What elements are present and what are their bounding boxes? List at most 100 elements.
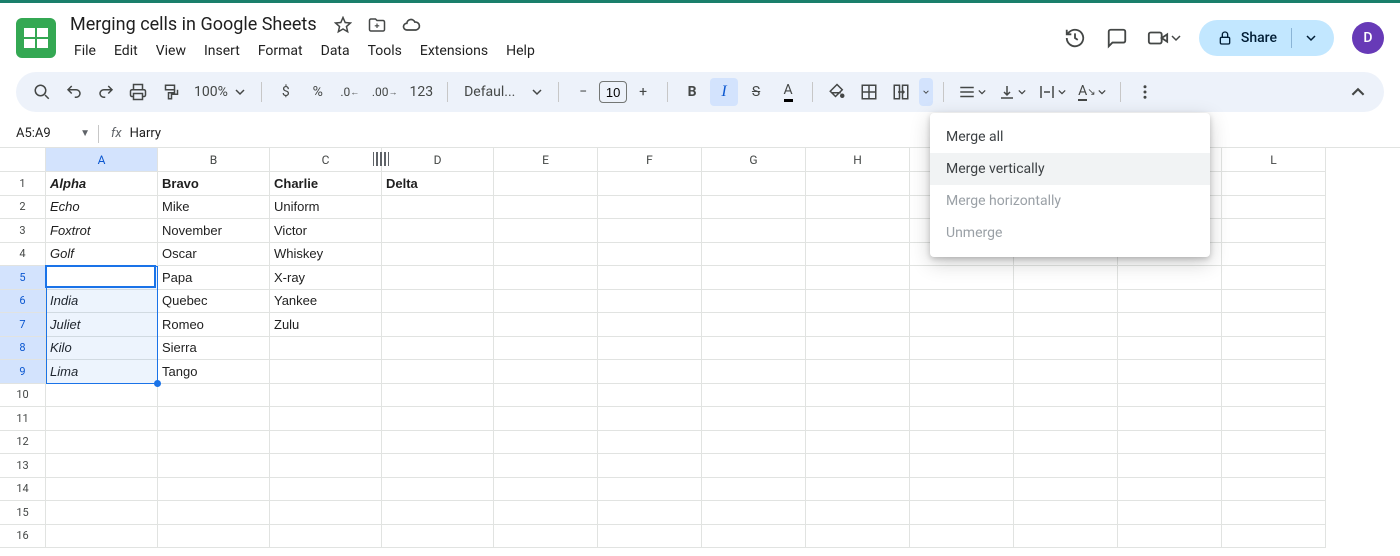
cell-H10[interactable] bbox=[806, 384, 910, 408]
cell-D3[interactable] bbox=[382, 219, 494, 243]
cell-A15[interactable] bbox=[46, 501, 158, 525]
print-icon[interactable] bbox=[124, 78, 152, 106]
cell-E2[interactable] bbox=[494, 196, 598, 220]
increase-font-size[interactable]: + bbox=[629, 78, 657, 106]
cell-G9[interactable] bbox=[702, 360, 806, 384]
share-button[interactable]: Share bbox=[1199, 20, 1334, 56]
menu-insert[interactable]: Insert bbox=[196, 39, 248, 63]
cell-K13[interactable] bbox=[1118, 454, 1222, 478]
font-size-input[interactable] bbox=[599, 81, 627, 103]
cell-F15[interactable] bbox=[598, 501, 702, 525]
cell-J12[interactable] bbox=[1014, 431, 1118, 455]
row-header-6[interactable]: 6 bbox=[0, 290, 46, 314]
cell-B6[interactable]: Quebec bbox=[158, 290, 270, 314]
strikethrough-button[interactable]: S bbox=[742, 78, 770, 106]
cell-A9[interactable]: Lima bbox=[46, 360, 158, 384]
increase-decimal[interactable]: .00→ bbox=[368, 78, 402, 106]
cell-A10[interactable] bbox=[46, 384, 158, 408]
col-header-E[interactable]: E bbox=[494, 148, 598, 172]
cell-A1[interactable]: Alpha bbox=[46, 172, 158, 196]
cell-E12[interactable] bbox=[494, 431, 598, 455]
cell-A13[interactable] bbox=[46, 454, 158, 478]
cell-I16[interactable] bbox=[910, 525, 1014, 549]
cell-G15[interactable] bbox=[702, 501, 806, 525]
cell-A16[interactable] bbox=[46, 525, 158, 549]
cell-L13[interactable] bbox=[1222, 454, 1326, 478]
cell-E10[interactable] bbox=[494, 384, 598, 408]
cell-I11[interactable] bbox=[910, 407, 1014, 431]
merge-cells-button[interactable] bbox=[887, 78, 915, 106]
cell-L11[interactable] bbox=[1222, 407, 1326, 431]
cell-E1[interactable] bbox=[494, 172, 598, 196]
cell-B2[interactable]: Mike bbox=[158, 196, 270, 220]
cell-G2[interactable] bbox=[702, 196, 806, 220]
cell-H1[interactable] bbox=[806, 172, 910, 196]
cell-E6[interactable] bbox=[494, 290, 598, 314]
cell-F13[interactable] bbox=[598, 454, 702, 478]
menu-format[interactable]: Format bbox=[250, 39, 311, 63]
cell-G1[interactable] bbox=[702, 172, 806, 196]
cell-D4[interactable] bbox=[382, 243, 494, 267]
cell-L10[interactable] bbox=[1222, 384, 1326, 408]
cell-K9[interactable] bbox=[1118, 360, 1222, 384]
cell-L9[interactable] bbox=[1222, 360, 1326, 384]
cell-J13[interactable] bbox=[1014, 454, 1118, 478]
cell-C12[interactable] bbox=[270, 431, 382, 455]
menu-extensions[interactable]: Extensions bbox=[412, 39, 496, 63]
cell-J9[interactable] bbox=[1014, 360, 1118, 384]
cell-J8[interactable] bbox=[1014, 337, 1118, 361]
cell-G12[interactable] bbox=[702, 431, 806, 455]
menu-view[interactable]: View bbox=[148, 39, 194, 63]
history-icon[interactable] bbox=[1063, 26, 1087, 50]
cell-K8[interactable] bbox=[1118, 337, 1222, 361]
cell-K7[interactable] bbox=[1118, 313, 1222, 337]
col-header-C[interactable]: C bbox=[270, 148, 382, 172]
cell-D6[interactable] bbox=[382, 290, 494, 314]
zoom-select[interactable]: 100% bbox=[188, 78, 251, 106]
cell-E9[interactable] bbox=[494, 360, 598, 384]
menu-file[interactable]: File bbox=[66, 39, 104, 63]
cell-I13[interactable] bbox=[910, 454, 1014, 478]
cell-E3[interactable] bbox=[494, 219, 598, 243]
cell-I6[interactable] bbox=[910, 290, 1014, 314]
cell-I12[interactable] bbox=[910, 431, 1014, 455]
cell-D8[interactable] bbox=[382, 337, 494, 361]
cell-L6[interactable] bbox=[1222, 290, 1326, 314]
cell-A12[interactable] bbox=[46, 431, 158, 455]
font-select[interactable]: Defaul... bbox=[458, 78, 548, 106]
cell-D14[interactable] bbox=[382, 478, 494, 502]
cell-F3[interactable] bbox=[598, 219, 702, 243]
cell-H15[interactable] bbox=[806, 501, 910, 525]
italic-button[interactable]: I bbox=[710, 78, 738, 106]
fill-color-button[interactable] bbox=[823, 78, 851, 106]
cell-H8[interactable] bbox=[806, 337, 910, 361]
move-icon[interactable] bbox=[365, 13, 389, 37]
cell-K5[interactable] bbox=[1118, 266, 1222, 290]
cell-C14[interactable] bbox=[270, 478, 382, 502]
row-header-3[interactable]: 3 bbox=[0, 219, 46, 243]
cell-C13[interactable] bbox=[270, 454, 382, 478]
cell-I15[interactable] bbox=[910, 501, 1014, 525]
cell-G10[interactable] bbox=[702, 384, 806, 408]
cell-F1[interactable] bbox=[598, 172, 702, 196]
cell-B13[interactable] bbox=[158, 454, 270, 478]
cell-D2[interactable] bbox=[382, 196, 494, 220]
cell-H6[interactable] bbox=[806, 290, 910, 314]
cell-H9[interactable] bbox=[806, 360, 910, 384]
cell-B1[interactable]: Bravo bbox=[158, 172, 270, 196]
cell-I7[interactable] bbox=[910, 313, 1014, 337]
cell-D9[interactable] bbox=[382, 360, 494, 384]
cell-E13[interactable] bbox=[494, 454, 598, 478]
row-header-14[interactable]: 14 bbox=[0, 478, 46, 502]
undo-icon[interactable] bbox=[60, 78, 88, 106]
cell-E8[interactable] bbox=[494, 337, 598, 361]
cell-B14[interactable] bbox=[158, 478, 270, 502]
cell-E5[interactable] bbox=[494, 266, 598, 290]
cell-C1[interactable]: Charlie bbox=[270, 172, 382, 196]
cell-C8[interactable] bbox=[270, 337, 382, 361]
cell-C2[interactable]: Uniform bbox=[270, 196, 382, 220]
cell-G14[interactable] bbox=[702, 478, 806, 502]
cell-B9[interactable]: Tango bbox=[158, 360, 270, 384]
rotate-button[interactable]: A↘ bbox=[1074, 78, 1110, 106]
cell-L4[interactable] bbox=[1222, 243, 1326, 267]
